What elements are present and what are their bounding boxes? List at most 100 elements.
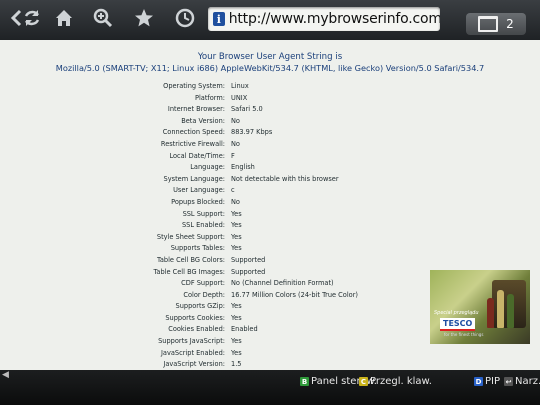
remote-key-icon: B [300,377,309,386]
info-label: Supports Cookies: [165,313,225,322]
info-value: No (Channel Definition Format) [231,279,334,288]
info-value: Enabled [231,325,258,334]
ad-promo-text: Special przeglądu [434,310,479,316]
info-label: Connection Speed: [162,128,225,137]
info-label: CDF Support: [181,279,225,288]
info-value: Yes [231,348,242,357]
info-label: Cookies Enabled: [168,325,225,334]
info-row: System Language: Not detectable with this… [0,175,540,187]
info-value: Not detectable with this browser [231,174,339,183]
hint-3[interactable]: D PIP [474,376,500,387]
info-row: Local Date/Time: F [0,152,540,164]
refresh-icon[interactable] [17,4,47,32]
info-value: Yes [231,209,242,218]
info-label: Supports Tables: [170,244,225,253]
hint-label: Narz. [515,376,540,387]
info-value: No [231,197,240,206]
info-label: JavaScript Enabled: [160,348,225,357]
remote-key-icon: D [474,377,483,386]
ad-tagline: for the finest things [444,332,484,337]
tv-hint-bar: ◀ B Panel sterow. C Przegl. klaw. D PIP ↩ Narz. [0,370,540,405]
hint-label: Przegl. klaw. [370,376,432,387]
bookmark-icon[interactable] [129,4,159,32]
zoom-in-icon[interactable] [88,4,118,32]
info-value: 883.97 Kbps [231,128,273,137]
info-value: Yes [231,244,242,253]
url-text[interactable]: http://www.mybrowserinfo.com/det... [229,11,440,27]
ad-bottle [507,294,514,328]
info-row: JavaScript Version: 1.5 [0,360,540,370]
info-label: Restrictive Firewall: [160,139,225,148]
info-value: Yes [231,232,242,241]
info-value: English [231,163,255,172]
remote-key-icon: C [359,377,368,386]
info-row: Language: English [0,163,540,175]
info-label: Local Date/Time: [169,151,225,160]
info-row: Connection Speed: 883.97 Kbps [0,128,540,140]
info-row: Beta Version: No [0,117,540,129]
info-row: SSL Support: Yes [0,210,540,222]
info-label: Operating System: [163,82,225,90]
info-row: Platform: UNIX [0,94,540,106]
info-value: UNIX [231,93,248,102]
remote-key-icon: ↩ [504,377,513,386]
info-value: Yes [231,313,242,322]
info-row: User Language: c [0,186,540,198]
info-value: Yes [231,221,242,230]
info-row: Internet Browser: Safari 5.0 [0,105,540,117]
info-value: No [231,139,240,148]
info-label: Table Cell BG Images: [153,267,226,276]
info-label: Color Depth: [183,290,225,299]
home-icon[interactable] [49,4,79,32]
user-agent-string: Mozilla/5.0 (SMART-TV; X11; Linux i686) … [55,63,485,73]
info-value: Supported [231,255,266,264]
info-row: Operating System: Linux [0,82,540,94]
info-value: Linux [231,82,249,90]
hint-4[interactable]: ↩ Narz. [504,376,540,387]
info-icon[interactable]: i [213,12,225,26]
ad-bottle [497,290,504,328]
info-label: SSL Enabled: [181,221,225,230]
info-label: Beta Version: [181,116,225,125]
info-row: Table Cell BG Colors: Supported [0,256,540,268]
info-label: Style Sheet Support: [156,232,225,241]
info-value: c [231,186,235,195]
info-value: No [231,116,240,125]
history-icon[interactable] [170,4,200,32]
ad-bottle [487,298,494,328]
info-value: Yes [231,337,242,346]
tesco-logo: TESCO [440,318,476,331]
tabs-button[interactable]: 2 [466,13,526,35]
info-label: System Language: [163,174,225,183]
scroll-left-icon: ◀ [2,370,9,380]
info-label: Platform: [194,93,225,102]
info-value: F [231,151,235,160]
address-bar[interactable]: i http://www.mybrowserinfo.com/det... [208,7,440,31]
info-value: Safari 5.0 [231,105,263,114]
info-row: Restrictive Firewall: No [0,140,540,152]
info-label: SSL Support: [182,209,225,218]
info-row: Supports Tables: Yes [0,244,540,256]
info-label: Table Cell BG Colors: [156,255,225,264]
info-row: Popups Blocked: No [0,198,540,210]
tab-count: 2 [506,17,514,31]
info-label: JavaScript Version: [163,360,225,369]
hint-label: PIP [485,376,501,387]
info-value: Supported [231,267,266,276]
info-label: Language: [190,163,225,172]
window-icon [478,16,499,32]
browser-toolbar: i http://www.mybrowserinfo.com/det... 2 [0,0,540,40]
info-row: JavaScript Enabled: Yes [0,349,540,361]
info-value: Yes [231,302,242,311]
hint-2[interactable]: C Przegl. klaw. [359,376,432,387]
page-heading: Your Browser User Agent String is Mozill… [0,52,540,74]
advertisement-image[interactable]: Special przeglądu TESCO for the finest t… [430,270,530,344]
info-label: Internet Browser: [167,105,225,114]
info-row: Style Sheet Support: Yes [0,233,540,245]
info-label: Popups Blocked: [171,197,225,206]
info-label: Supports GZip: [175,302,225,311]
heading-title: Your Browser User Agent String is [197,52,343,62]
info-value: 16.77 Million Colors (24-bit True Color) [231,290,358,299]
info-row: SSL Enabled: Yes [0,221,540,233]
info-label: Supports JavaScript: [158,337,225,346]
